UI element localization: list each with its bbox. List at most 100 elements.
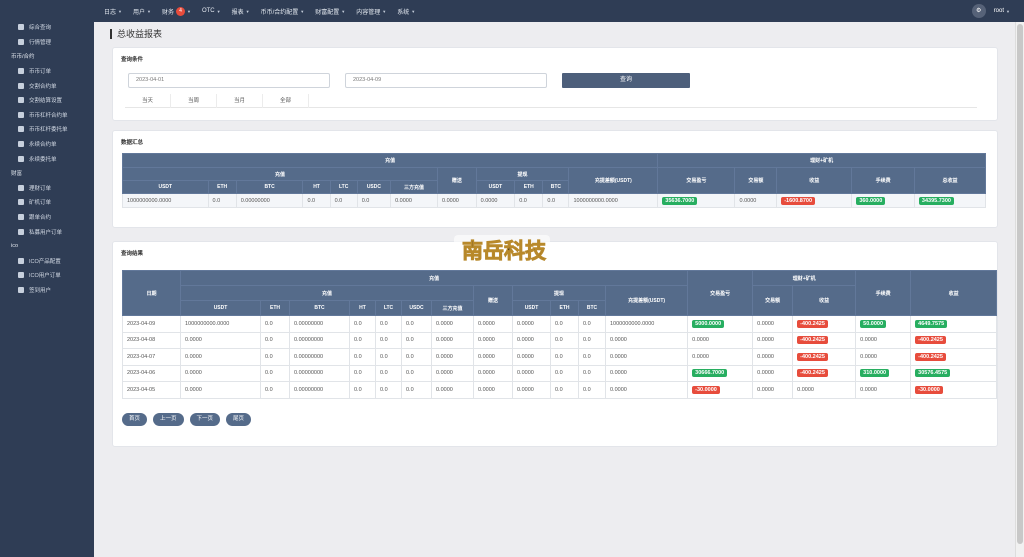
table-cell: -400.2425 [792, 364, 857, 382]
diff-header: 充提差额(USDT) [568, 167, 659, 194]
nav-menu-item[interactable]: OTC ▼ [202, 8, 221, 14]
bookmark-icon [18, 68, 24, 75]
chevron-down-icon: ▼ [147, 8, 151, 14]
table-row: 2023-04-09 1000000000.0000 0.0 0.00000000 0.… [122, 315, 998, 333]
table-cell: 0.0 [260, 364, 290, 382]
sidebar-item[interactable]: 矿机订单 [0, 195, 94, 210]
nav-menu-item[interactable]: 财务 4 ▼ [162, 6, 191, 16]
sidebar-item[interactable]: 私募用户订单 [0, 224, 94, 239]
sidebar: 综合查询 行情管理 币币/合约 币币订单 交割合约单 交割结算设置 币币杠杆合约单 币币杠杆委… [0, 0, 94, 557]
table-cell: 0.0000 [604, 348, 689, 366]
sidebar-item[interactable]: 交割合约单 [0, 78, 94, 93]
sidebar-item[interactable]: 跟单合约 [0, 210, 94, 225]
nav-menu-label: 日志 [104, 9, 117, 16]
quick-range-tab[interactable]: 当周 [171, 94, 217, 108]
table-cell: 0.0000 [437, 193, 477, 208]
table-cell: 2023-04-09 [122, 315, 181, 333]
table-cell: 0.0000 [431, 348, 474, 366]
chevron-down-icon: ▼ [216, 8, 221, 14]
fee-header: 手续费 [851, 167, 915, 194]
table-cell: 0.00000000 [289, 331, 350, 349]
table-cell: 310.0000 [855, 364, 912, 382]
sidebar-item[interactable]: 永续合约单 [0, 137, 94, 152]
chevron-down-icon: ▼ [245, 8, 250, 14]
nav-menu-item[interactable]: 财富配置 ▼ [315, 7, 345, 16]
page-scrollbar[interactable] [1015, 22, 1024, 557]
table-cell: 0.0 [578, 331, 606, 349]
sidebar-item[interactable]: 币币订单 [0, 64, 94, 79]
trade-pl-header: 交易盈亏 [687, 270, 754, 316]
table-cell: -400.2425 [792, 348, 857, 366]
table-cell: -400.2425 [910, 331, 998, 349]
sidebar-item[interactable]: 综合查询 [0, 20, 94, 35]
user-name[interactable]: root [994, 8, 1004, 14]
table-cell: 0.0 [349, 381, 376, 399]
negative-value-badge: -30.0000 [915, 385, 943, 394]
top-menu: 日志 ▼ 用户 ▼ 财务 4 ▼ OTC ▼ 报表 ▼ 币币/合约配置 ▼ 财富配置 ▼ 内容管理 ▼ 系统 ▼ [104, 0, 426, 22]
table-cell: 0.0000 [431, 315, 474, 333]
pagination-button[interactable]: 首页 [122, 413, 148, 426]
sidebar-item-label: 币币杠杆委托单 [29, 127, 68, 134]
table-cell: 50.0000 [855, 315, 912, 333]
sidebar-item[interactable]: 行情管理 [0, 35, 94, 50]
start-date-input[interactable]: 2023-04-01 [128, 73, 330, 88]
query-button[interactable]: 查询 [562, 73, 690, 88]
sidebar-item[interactable]: 签到用户 [0, 283, 94, 298]
positive-value-badge: 4649.7575 [915, 319, 948, 328]
quick-range-tab[interactable]: 当月 [217, 94, 263, 108]
user-area[interactable]: ⚙ root ▼ [971, 4, 1010, 18]
sidebar-item-label: ICO产品配置 [29, 258, 61, 265]
table-cell: 0.0000 [473, 364, 513, 382]
sidebar-item-label: 交割结算设置 [29, 98, 63, 105]
table-cell: 0.00000000 [235, 193, 304, 208]
table-cell: 0.0 [578, 315, 606, 333]
sidebar-item[interactable]: ICO产品配置 [0, 254, 94, 269]
pagination-button[interactable]: 上一页 [153, 413, 184, 426]
nav-menu-item[interactable]: 报表 ▼ [232, 7, 250, 16]
summary-panel-title: 数据汇总 [121, 140, 144, 146]
nav-menu-item[interactable]: 系统 ▼ [397, 7, 415, 16]
sidebar-item[interactable]: 币币杠杆委托单 [0, 122, 94, 137]
table-cell: 0.0000 [752, 348, 794, 366]
table-cell: 1000000000.0000 [604, 315, 689, 333]
sidebar-item[interactable]: 理财订单 [0, 181, 94, 196]
date-header: 日期 [122, 270, 181, 316]
table-row: 2023-04-08 0.0000 0.0 0.00000000 0.0 0.0 0.0 0.… [122, 331, 998, 349]
pagination-button[interactable]: 尾页 [226, 413, 252, 426]
monitor-icon [18, 272, 24, 279]
summary-table: 充值 理财+矿机 充值 赠送 提现 充提差额(USDT) 交易盈亏 交易额 收益 手续费 总收益 US… [121, 153, 987, 208]
quick-range-tab[interactable]: 全部 [263, 94, 309, 108]
scrollbar-thumb[interactable] [1017, 24, 1023, 544]
sidebar-item[interactable]: 币币杠杆合约单 [0, 108, 94, 123]
chevron-down-icon: ▼ [341, 8, 346, 14]
income-header: 收益 [792, 285, 857, 316]
summary-panel: 数据汇总 充值 理财+矿机 充值 赠送 提现 充提差额(USDT) 交易盈亏 交易额 收益 手续费… [112, 130, 998, 228]
sidebar-item-label: 币币杠杆合约单 [29, 112, 68, 119]
sidebar-item[interactable]: 永续委托单 [0, 151, 94, 166]
sidebar-item[interactable]: 交割结算设置 [0, 93, 94, 108]
user-avatar-icon[interactable]: ⚙ [971, 4, 986, 18]
column-header: USDC [356, 180, 392, 194]
end-date-input[interactable]: 2023-04-09 [345, 73, 547, 88]
nav-menu-item[interactable]: 币币/合约配置 ▼ [261, 7, 305, 16]
table-row: 2023-04-05 0.0000 0.0 0.00000000 0.0 0.0 0.0 0.… [122, 381, 998, 399]
table-cell: 0.0 [375, 315, 402, 333]
pagination-button[interactable]: 下一页 [189, 413, 221, 426]
table-cell: 0.0000 [687, 348, 754, 366]
nav-menu-item[interactable]: 用户 ▼ [133, 7, 151, 16]
sidebar-item-label: 理财订单 [29, 185, 52, 192]
watermark-logo-graphic: 南岳科技 [454, 235, 550, 265]
table-cell: 0.0000 [512, 315, 551, 333]
column-header: BTC [542, 180, 570, 194]
table-cell: -400.2425 [792, 315, 857, 333]
nav-menu-label: 用户 [132, 9, 145, 16]
table-cell: 0.0 [260, 348, 290, 366]
sidebar-item[interactable]: ICO用户订单 [0, 268, 94, 283]
table-cell: 0.00000000 [289, 315, 350, 333]
nav-menu-item[interactable]: 内容管理 ▼ [356, 7, 386, 16]
quick-range-tab[interactable]: 当天 [125, 94, 171, 108]
nav-menu-item[interactable]: 日志 ▼ [104, 7, 122, 16]
table-cell: 0.0000 [512, 381, 551, 399]
watermark-logo: 南岳科技 [452, 231, 556, 269]
sidebar-item-label: 签到用户 [29, 287, 52, 294]
